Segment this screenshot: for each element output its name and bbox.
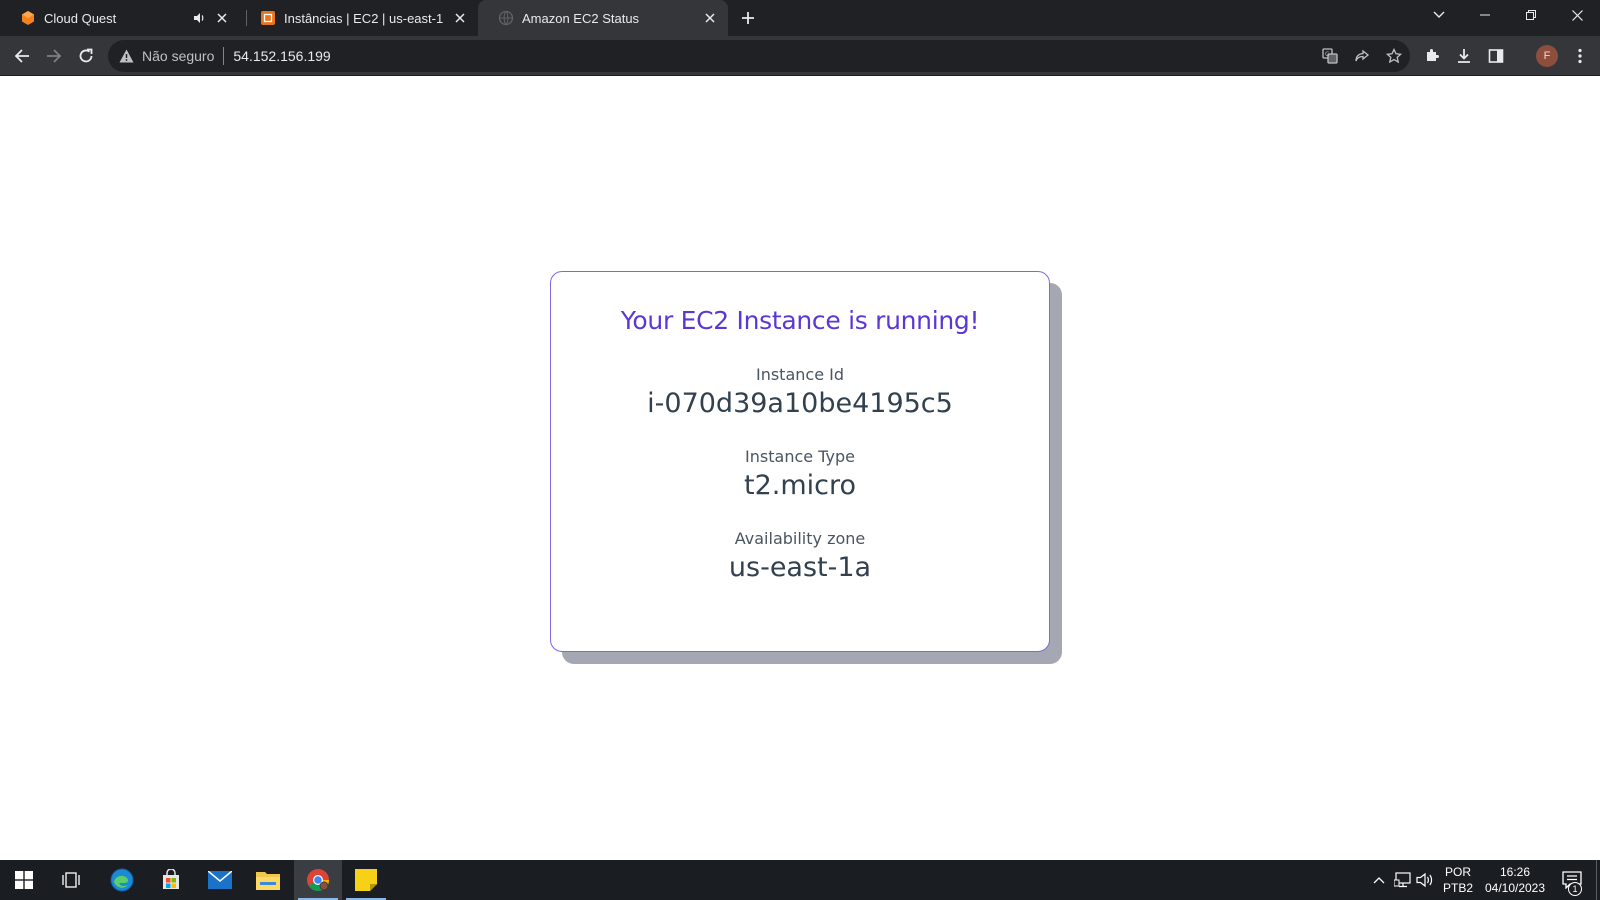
close-tab-icon[interactable] — [450, 8, 470, 28]
clock-date: 04/10/2023 — [1484, 881, 1546, 895]
cloud-quest-hexagon-icon — [20, 10, 36, 26]
reload-icon — [79, 48, 93, 63]
chevron-up-icon — [1373, 877, 1385, 884]
tab-ec2-status[interactable]: Amazon EC2 Status — [478, 0, 728, 36]
edge-taskbar-button[interactable] — [98, 860, 146, 900]
restore-button[interactable] — [1508, 0, 1554, 30]
close-tab-icon[interactable] — [700, 8, 720, 28]
input-language-indicator[interactable]: POR PTB2 — [1438, 864, 1478, 896]
bookmark-star-icon[interactable] — [1378, 40, 1410, 72]
mail-icon — [208, 871, 232, 889]
download-icon — [1458, 49, 1470, 63]
instance-type-value: t2.micro — [743, 470, 857, 501]
tab-ec2-instances[interactable]: Instâncias | EC2 | us-east-1 — [242, 0, 478, 36]
tab-cloud-quest[interactable]: Cloud Quest — [0, 0, 240, 36]
availability-zone-field: Availability zone us-east-1a — [551, 529, 1049, 583]
arrow-left-icon — [14, 49, 29, 63]
translate-icon[interactable]: G — [1314, 40, 1346, 72]
show-desktop-button[interactable] — [1596, 860, 1600, 900]
back-button[interactable] — [8, 42, 36, 70]
page-viewport: Your EC2 Instance is running! Instance I… — [0, 77, 1600, 860]
store-taskbar-button[interactable] — [147, 860, 195, 900]
profile-avatar[interactable]: F — [1536, 45, 1558, 67]
close-icon — [1571, 9, 1583, 21]
globe-icon — [498, 10, 514, 26]
minimize-button[interactable] — [1462, 0, 1508, 30]
page-title: Your EC2 Instance is running! — [620, 306, 980, 335]
edge-icon — [110, 868, 134, 892]
browser-toolbar: Não seguro 54.152.156.199 G F — [0, 36, 1600, 76]
volume-icon — [1416, 872, 1433, 888]
close-tab-icon[interactable] — [212, 8, 232, 28]
chrome-taskbar-button[interactable] — [294, 860, 342, 900]
address-divider — [223, 47, 225, 65]
minimize-icon — [1480, 14, 1490, 16]
network-tray-button[interactable] — [1392, 860, 1414, 900]
keyboard-layout: PTB2 — [1442, 881, 1473, 895]
menu-button[interactable] — [1566, 42, 1594, 70]
downloads-button[interactable] — [1450, 42, 1478, 70]
mail-taskbar-button[interactable] — [196, 860, 244, 900]
status-card: Your EC2 Instance is running! Instance I… — [550, 271, 1050, 652]
share-icon[interactable] — [1346, 40, 1378, 72]
new-tab-button[interactable] — [736, 6, 760, 30]
show-hidden-icons-button[interactable] — [1368, 860, 1390, 900]
side-panel-button[interactable] — [1482, 42, 1510, 70]
store-icon — [163, 869, 179, 889]
field-label: Instance Type — [745, 447, 855, 466]
arrow-right-icon — [47, 49, 62, 63]
field-label: Instance Id — [755, 365, 844, 384]
svg-text:G: G — [1325, 51, 1330, 58]
url-text[interactable]: 54.152.156.199 — [233, 48, 330, 64]
windows-start-icon — [15, 871, 33, 889]
restore-icon — [1526, 10, 1536, 20]
warning-triangle-icon[interactable] — [118, 48, 134, 64]
address-bar-actions: G — [1314, 40, 1410, 72]
tab-title: Cloud Quest — [44, 10, 117, 26]
system-clock[interactable]: 16:26 04/10/2023 — [1478, 864, 1552, 896]
kebab-menu-icon — [1578, 48, 1582, 64]
close-window-button[interactable] — [1554, 0, 1600, 30]
forward-button[interactable] — [40, 42, 68, 70]
start-button[interactable] — [0, 860, 48, 900]
tab-search-button[interactable] — [1416, 0, 1462, 30]
aws-ec2-icon — [260, 10, 276, 26]
volume-tray-button[interactable] — [1414, 860, 1436, 900]
tab-title: Amazon EC2 Status — [522, 10, 640, 26]
address-bar[interactable]: Não seguro 54.152.156.199 G — [108, 40, 1410, 72]
task-view-icon — [62, 872, 80, 888]
field-label: Availability zone — [734, 529, 866, 548]
clock-time: 16:26 — [1499, 865, 1531, 879]
chevron-down-icon — [1433, 11, 1445, 18]
instance-id-value: i-070d39a10be4195c5 — [647, 388, 953, 419]
side-panel-icon — [1488, 49, 1504, 63]
plus-icon — [742, 12, 754, 24]
speaker-icon[interactable] — [190, 11, 208, 25]
extensions-button[interactable] — [1418, 42, 1446, 70]
sticky-notes-icon — [355, 869, 377, 891]
file-explorer-icon — [256, 872, 280, 890]
task-view-button[interactable] — [48, 860, 96, 900]
windows-taskbar: POR PTB2 16:26 04/10/2023 1 — [0, 860, 1600, 900]
network-icon — [1394, 872, 1411, 888]
file-explorer-taskbar-button[interactable] — [244, 860, 292, 900]
reload-button[interactable] — [72, 42, 100, 70]
language-code: POR — [1444, 865, 1471, 879]
security-label[interactable]: Não seguro — [142, 48, 214, 64]
instance-type-field: Instance Type t2.micro — [551, 447, 1049, 501]
instance-id-field: Instance Id i-070d39a10be4195c5 — [551, 365, 1049, 419]
sticky-notes-taskbar-button[interactable] — [342, 860, 390, 900]
notification-count-badge: 1 — [1568, 882, 1582, 896]
puzzle-icon — [1427, 49, 1439, 61]
tab-title: Instâncias | EC2 | us-east-1 — [284, 10, 444, 26]
availability-zone-value: us-east-1a — [728, 552, 872, 583]
browser-tab-strip: Cloud Quest Instâncias | EC2 | us-east-1… — [0, 0, 1600, 36]
chrome-icon — [307, 869, 329, 891]
